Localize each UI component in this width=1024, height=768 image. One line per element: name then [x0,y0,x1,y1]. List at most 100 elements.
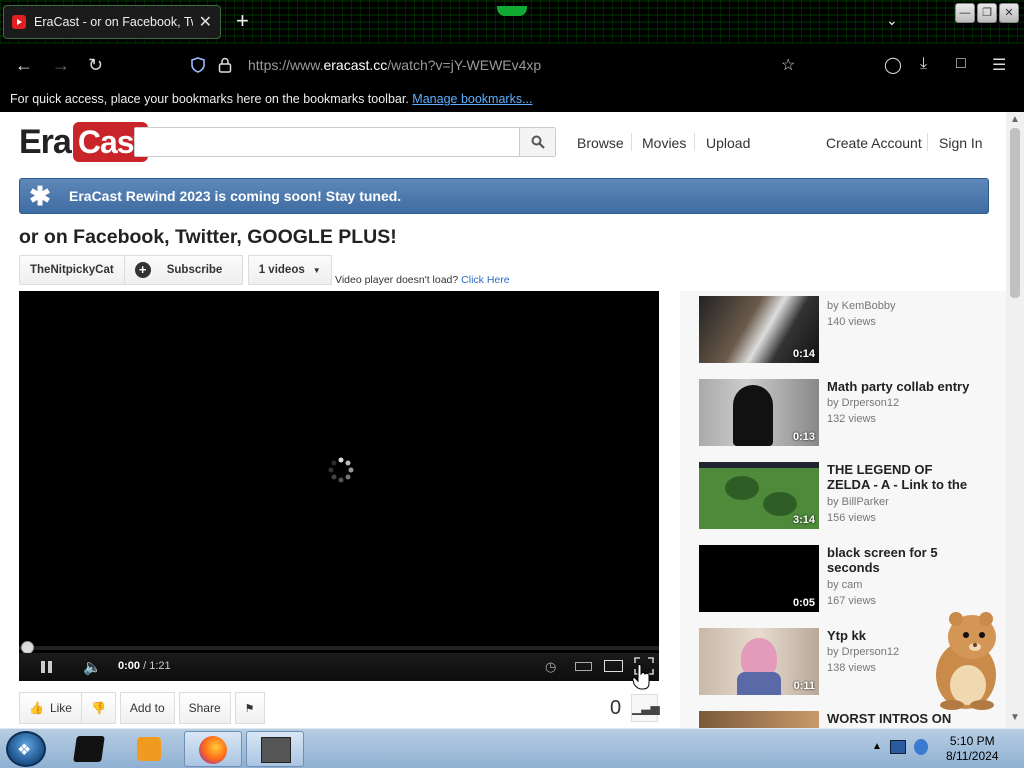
menu-icon[interactable]: ☰ [992,55,1006,75]
downloads-icon[interactable]: ⤓ [920,55,927,73]
videos-dropdown[interactable]: 1 videos ▼ [247,255,332,285]
bookmark-star-icon[interactable]: ☆ [781,55,795,75]
tray-expand-icon[interactable]: ▲ [872,741,882,752]
related-author[interactable]: by cam [827,579,862,591]
related-views: 140 views [827,316,876,328]
share-button[interactable]: Share [178,692,231,724]
small-player-icon[interactable] [575,662,592,671]
related-author[interactable]: by Drperson12 [827,646,899,658]
close-tab-icon[interactable]: ✕ [199,12,212,32]
pocket-icon[interactable]: ◯ [884,55,902,75]
related-title[interactable]: Math party collab entry [827,379,977,394]
list-all-tabs-icon[interactable]: ⌄ [886,12,898,29]
player-help: Video player doesn't load? Click Here [335,274,510,286]
time-total: 1:21 [149,660,171,672]
clock[interactable]: 5:10 PM 8/11/2024 [946,734,999,764]
taskbar-media-player[interactable] [120,731,178,767]
channel-row: TheNitpickyCat + Subscribe 1 videos ▼ [19,255,332,285]
flag-button[interactable]: ⚑ [234,692,265,724]
maximize-icon[interactable]: ❐ [977,3,997,23]
dislike-button[interactable]: 👎 [81,692,116,724]
start-button[interactable]: ❖ [6,731,46,767]
related-title[interactable]: THE LEGEND OF ZELDA - A - Link to the [827,462,977,492]
sign-in-link[interactable]: Sign In [939,135,983,151]
silhouette [733,385,773,446]
banner-text: EraCast Rewind 2023 is coming soon! Stay… [69,188,402,204]
large-player-icon[interactable] [604,660,623,672]
related-title[interactable]: black screen for 5 seconds [827,545,977,575]
hamster-desktop-pet[interactable] [922,605,1006,715]
scrollbar-thumb[interactable] [1010,128,1020,298]
flag-icon: ⚑ [244,702,255,715]
reload-icon[interactable]: ↻ [88,55,103,76]
video-title: or on Facebook, Twitter, GOOGLE PLUS! [19,226,397,248]
duration-badge: 0:14 [792,348,815,360]
forward-icon[interactable]: → [52,55,70,76]
related-views: 138 views [827,662,876,674]
stats-button[interactable]: ▁▃▅ [631,694,660,722]
search-input[interactable] [134,127,556,157]
eracast-favicon-icon [12,15,26,29]
subscribe-button[interactable]: + Subscribe [124,255,243,285]
video-thumbnail[interactable] [699,711,819,728]
url-bar[interactable]: https://www. eracast.cc/watch?v=jY-WEWEv4… [180,50,820,80]
search-button[interactable] [519,128,555,156]
video-thumbnail[interactable]: 0:13 [699,379,819,446]
seek-bar[interactable] [19,646,659,650]
channel-name-button[interactable]: TheNitpickyCat [19,255,125,285]
clock-date: 8/11/2024 [946,749,999,763]
eracast-logo[interactable]: Era Cast [19,122,149,162]
subscribe-label: Subscribe [166,264,223,276]
nav-browse[interactable]: Browse [577,135,624,151]
back-icon[interactable]: ← [15,55,33,76]
related-item[interactable]: 3:14 THE LEGEND OF ZELDA - A - Link to t… [699,462,999,532]
add-to-button[interactable]: Add to [119,692,175,724]
scroll-up-icon[interactable]: ▲ [1010,114,1020,125]
scroll-down-icon[interactable]: ▼ [1010,712,1020,723]
taskbar-app-grey[interactable] [246,731,304,767]
loading-spinner-icon [328,457,354,483]
like-button[interactable]: 👍 Like [19,692,82,724]
related-item[interactable]: 0:14 by KemBobby 140 views [699,296,999,366]
volume-tray-icon[interactable] [914,739,928,755]
watch-later-icon[interactable]: ◷ [545,659,556,675]
video-thumbnail[interactable]: 0:11 [699,628,819,695]
manage-bookmarks-link[interactable]: Manage bookmarks... [412,92,532,106]
new-tab-icon[interactable]: + [236,10,249,32]
volume-icon[interactable]: 🔈 [83,658,102,676]
nav-movies[interactable]: Movies [642,135,686,151]
minimize-icon[interactable]: — [955,3,975,23]
app-icon [73,736,105,762]
related-views: 167 views [827,595,876,607]
logo-era: Era [19,122,72,161]
click-here-link[interactable]: Click Here [461,274,509,286]
network-icon[interactable] [890,740,906,754]
video-player[interactable]: 🔈 0:00 / 1:21 ◷ [19,291,659,681]
browser-tab[interactable]: EraCast - or on Facebook, Twitt ✕ [3,5,221,39]
create-account-link[interactable]: Create Account [826,135,922,151]
extensions-icon[interactable]: □ [956,55,966,73]
related-author[interactable]: by Drperson12 [827,397,899,409]
tracking-shield-icon[interactable] [190,57,206,73]
thumbs-up-icon: 👍 [29,701,44,715]
nav-upload[interactable]: Upload [706,135,750,151]
anime-body [737,672,781,695]
related-item[interactable]: 0:13 Math party collab entry by Drperson… [699,379,999,449]
related-author[interactable]: by KemBobby [827,300,895,312]
page-scrollbar[interactable]: ▲ ▼ [1006,112,1024,728]
close-window-icon[interactable]: ✕ [999,3,1019,23]
divider [694,133,695,151]
video-thumbnail[interactable]: 0:14 [699,296,819,363]
taskbar-firefox[interactable] [184,731,242,767]
lock-icon[interactable] [218,57,232,73]
taskbar-app-black[interactable] [60,731,118,767]
video-thumbnail[interactable]: 3:14 [699,462,819,529]
divider [927,133,928,151]
window-controls: — ❐ ✕ [955,3,1019,23]
windows-logo-icon: ❖ [17,742,32,759]
related-author[interactable]: by BillParker [827,496,889,508]
url-host: eracast.cc [323,57,388,73]
player-controls: 🔈 0:00 / 1:21 ◷ [19,653,659,681]
video-thumbnail[interactable]: 0:05 [699,545,819,612]
pause-icon[interactable] [41,661,53,673]
